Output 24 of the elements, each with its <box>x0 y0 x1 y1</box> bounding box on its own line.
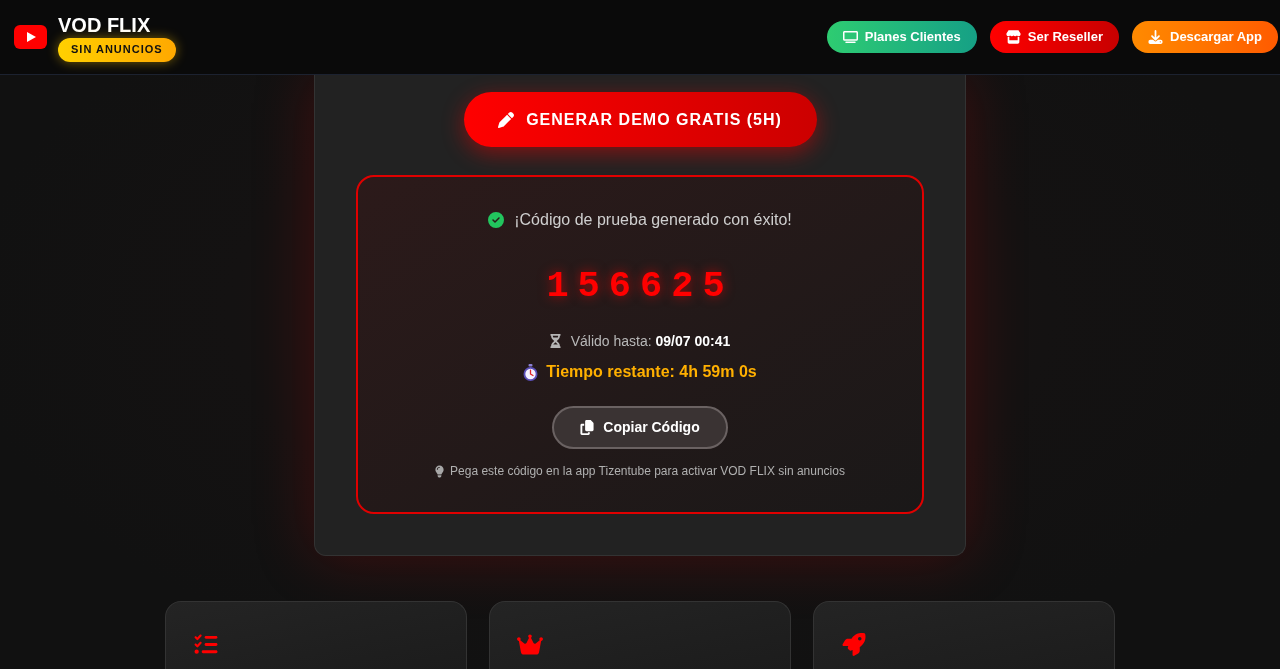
reseller-button[interactable]: Ser Reseller <box>989 21 1119 53</box>
download-icon <box>1148 30 1163 44</box>
hint-text: Pega este código en la app Tizentube para activar VOD FLIX sin anuncios <box>450 463 845 480</box>
rocket-icon <box>841 633 867 656</box>
crown-icon <box>517 633 543 656</box>
countdown-text: Tiempo restante: 4h 59m 0s <box>546 362 757 382</box>
plans-button[interactable]: Planes Clientes <box>826 21 977 53</box>
monitor-icon <box>842 30 858 44</box>
hourglass-icon <box>549 334 561 348</box>
success-message: ¡Código de prueba generado con éxito! <box>514 210 792 230</box>
generate-demo-button[interactable]: GENERAR DEMO GRATIS (5H) <box>463 92 817 147</box>
store-icon <box>1005 30 1021 44</box>
lightbulb-icon <box>435 464 445 478</box>
copy-icon <box>580 420 595 435</box>
trial-code: 156625 <box>546 264 734 308</box>
copy-code-button[interactable]: Copiar Código <box>552 406 728 449</box>
pencil-icon <box>498 111 515 128</box>
app-title: VOD FLIX <box>58 13 151 36</box>
stopwatch-icon <box>523 363 539 381</box>
download-button[interactable]: Descargar App <box>1132 21 1278 53</box>
checklist-icon <box>193 633 219 656</box>
label-badge: SIN ANUNCIOS <box>58 37 176 62</box>
expiry-text: Válido hasta: 09/07 00:41 <box>570 332 731 351</box>
play-logo-icon <box>14 25 47 49</box>
